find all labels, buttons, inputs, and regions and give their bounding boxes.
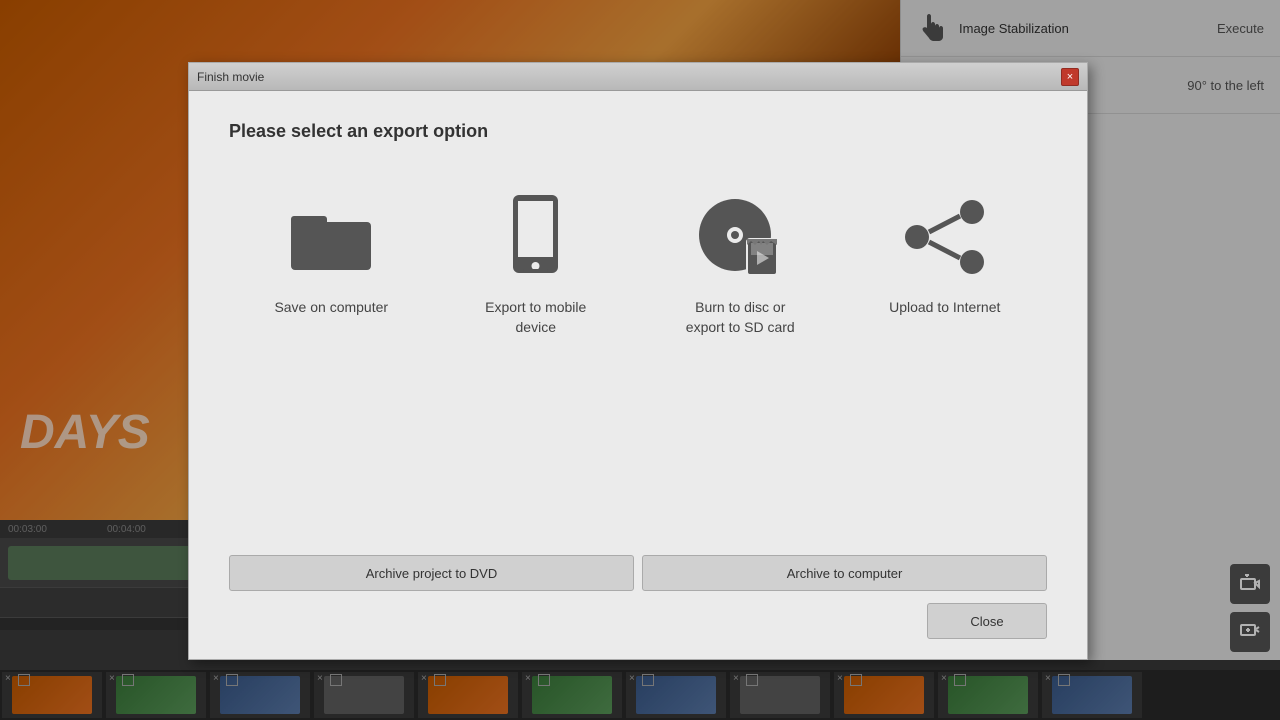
archive-buttons-row: Archive project to DVD Archive to comput… <box>189 555 1087 591</box>
share-icon <box>900 192 990 282</box>
export-options: Save on computer Export to mobile device <box>229 182 1047 535</box>
dialog-title: Finish movie <box>197 70 264 84</box>
burn-disc-label: Burn to disc or export to SD card <box>686 298 795 337</box>
folder-icon <box>286 192 376 282</box>
dialog-heading: Please select an export option <box>229 121 1047 142</box>
archive-computer-button[interactable]: Archive to computer <box>642 555 1047 591</box>
finish-movie-dialog: Finish movie × Please select an export o… <box>188 62 1088 660</box>
save-on-computer-label: Save on computer <box>274 298 388 318</box>
save-on-computer-option[interactable]: Save on computer <box>251 182 411 328</box>
close-dialog-button[interactable]: Close <box>927 603 1047 639</box>
dialog-close-button[interactable]: × <box>1061 68 1079 86</box>
export-mobile-label: Export to mobile device <box>466 298 606 337</box>
disc-icon <box>695 192 785 282</box>
burn-disc-option[interactable]: Burn to disc or export to SD card <box>660 182 820 347</box>
upload-internet-option[interactable]: Upload to Internet <box>865 182 1025 328</box>
upload-internet-label: Upload to Internet <box>889 298 1000 318</box>
dialog-footer: Close <box>189 603 1087 659</box>
export-mobile-option[interactable]: Export to mobile device <box>456 182 616 347</box>
phone-icon <box>491 192 581 282</box>
dialog-titlebar: Finish movie × <box>189 63 1087 91</box>
dialog-body: Please select an export option Save on c… <box>189 91 1087 555</box>
archive-dvd-button[interactable]: Archive project to DVD <box>229 555 634 591</box>
